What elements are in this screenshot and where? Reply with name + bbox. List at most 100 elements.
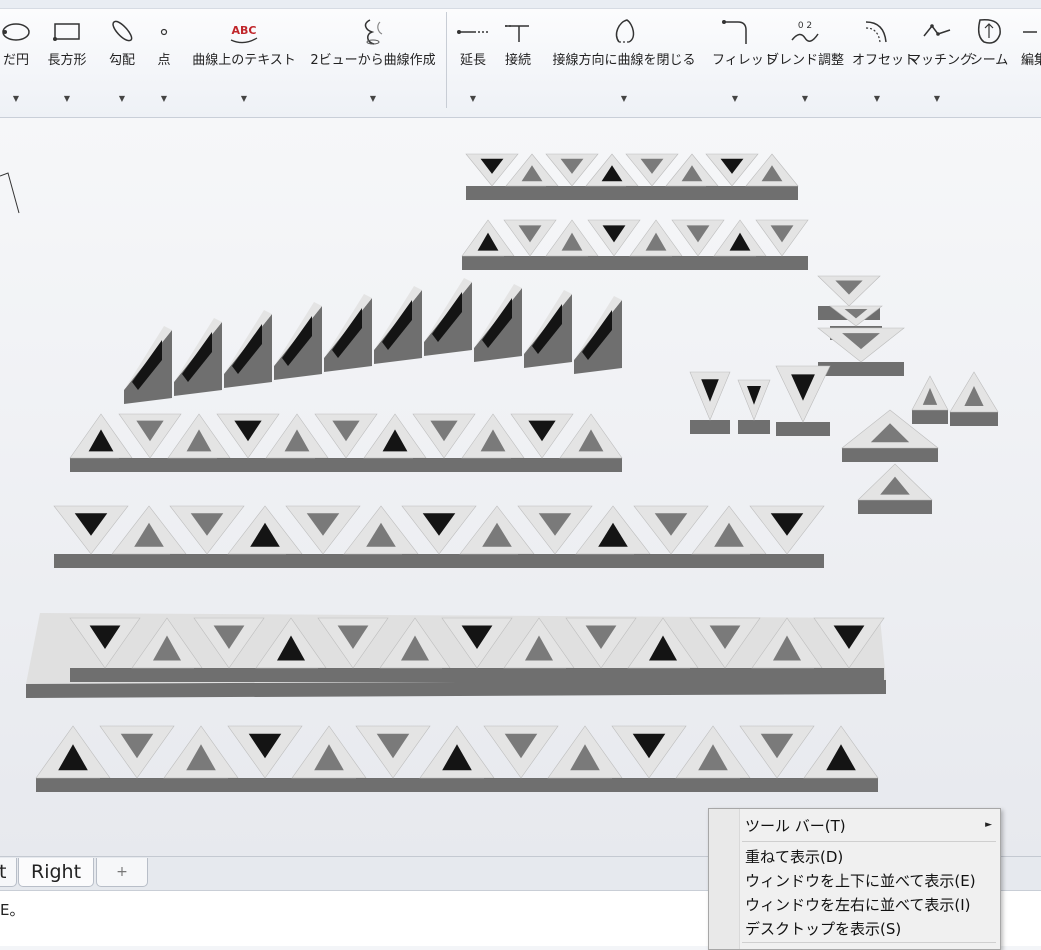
rectangle-tool-button[interactable]: 長方形 ▼ <box>44 14 90 110</box>
right-viewport[interactable] <box>0 118 1041 856</box>
block-side-face <box>842 448 938 462</box>
ellipse-tool-label: だ円 <box>2 53 29 68</box>
block-side-face <box>776 422 830 436</box>
ribbon-toolbar: だ円 ▼ 長方形 ▼ 勾配 ▼ 点 ▼ ABC 曲線上のテキスト ▼ 2ビューか… <box>0 0 1041 118</box>
block-side-face <box>912 410 948 424</box>
block-side-face <box>566 668 636 682</box>
triangle-block <box>483 725 559 792</box>
menu-separator <box>742 942 996 943</box>
adjust-blend-dropdown-arrow[interactable]: ▼ <box>764 94 846 103</box>
offset-icon <box>865 21 887 43</box>
block-side-face <box>132 668 202 682</box>
text-on-curve-tool-button[interactable]: ABC 曲線上のテキスト ▼ <box>188 14 300 110</box>
fillet-tool-button[interactable]: フィレット ▼ <box>712 14 777 110</box>
offset-tool-button[interactable]: オフセット ▼ <box>852 14 918 110</box>
fillet-tool-label: フィレット <box>712 53 777 68</box>
extend-icon <box>457 30 488 34</box>
seam-tool-button[interactable]: シーム <box>968 14 1010 110</box>
connect-tool-label: 接続 <box>504 53 531 68</box>
extend-dropdown-arrow[interactable]: ▼ <box>454 94 492 103</box>
block-side-face <box>740 778 814 792</box>
matching-tool-button[interactable]: マッチング ▼ <box>908 14 974 110</box>
connect-tool-button[interactable]: 接続 <box>500 14 536 110</box>
viewport-curve[interactable] <box>0 172 20 214</box>
rectangle-dropdown-arrow[interactable]: ▼ <box>44 94 90 103</box>
block-side-face <box>746 186 798 200</box>
triangle-block <box>689 371 731 434</box>
point-dropdown-arrow[interactable]: ▼ <box>150 94 178 103</box>
triangle-block <box>749 505 825 568</box>
fillet-dropdown-arrow[interactable]: ▼ <box>712 94 758 103</box>
triangle-block <box>291 725 367 792</box>
offset-tool-label: オフセット <box>852 53 918 68</box>
slanted-triangle-block <box>124 326 172 404</box>
extend-tool-button[interactable]: 延長 ▼ <box>454 14 492 110</box>
menu-item-tile-horizontal[interactable]: ウィンドウを上下に並べて表示(E) <box>745 870 976 891</box>
close-tangent-tool-button[interactable]: 接線方向に曲線を閉じる ▼ <box>544 14 704 110</box>
triangle-models-group[interactable] <box>26 153 999 792</box>
triangle-block <box>227 725 303 792</box>
context-menu-gutter <box>709 809 740 949</box>
close-tangent-dropdown-arrow[interactable]: ▼ <box>544 94 704 103</box>
text-on-curve-tool-label: 曲線上のテキスト <box>192 53 296 68</box>
slanted-triangle-block <box>474 284 522 362</box>
curve-from-2-views-dropdown-arrow[interactable]: ▼ <box>308 94 438 103</box>
ellipse-dropdown-arrow[interactable]: ▼ <box>0 94 36 103</box>
text-on-curve-dropdown-arrow[interactable]: ▼ <box>188 94 300 103</box>
block-side-face <box>256 668 326 682</box>
block-side-face <box>676 778 750 792</box>
block-side-face <box>380 668 450 682</box>
point-tool-button[interactable]: 点 ▼ <box>150 14 178 110</box>
block-side-face <box>504 668 574 682</box>
menu-item-tile-vertical[interactable]: ウィンドウを左右に並べて表示(I) <box>745 894 971 915</box>
block-side-face <box>756 256 808 270</box>
offset-dropdown-arrow[interactable]: ▼ <box>852 94 902 103</box>
ellipse-icon <box>2 23 30 41</box>
menu-item-show-desktop[interactable]: デスクトップを表示(S) <box>745 918 901 939</box>
viewport-canvas[interactable] <box>0 118 1041 856</box>
command-history-text: E。 <box>0 901 25 919</box>
point-icon <box>160 28 168 36</box>
curve-from-2-views-tool-button[interactable]: 2ビューから曲線作成 ▼ <box>308 14 438 110</box>
block-side-face <box>690 668 760 682</box>
menu-item-cascade[interactable]: 重ねて表示(D) <box>745 846 843 867</box>
text-on-curve-icon: ABC <box>230 24 258 44</box>
slanted-triangle-block <box>424 278 472 356</box>
block-side-face <box>750 554 824 568</box>
menu-item-toolbar[interactable]: ツール バー(T) <box>745 815 846 836</box>
triangle-block <box>949 371 999 426</box>
connect-icon <box>505 25 529 42</box>
add-tab-button[interactable]: + <box>96 858 148 887</box>
triangle-block <box>817 327 905 376</box>
tab-right[interactable]: Right <box>18 858 95 887</box>
block-side-face <box>36 778 110 792</box>
slanted-triangle-block <box>374 286 422 364</box>
close-tangent-tool-label: 接線方向に曲線を閉じる <box>552 53 696 68</box>
matching-dropdown-arrow[interactable]: ▼ <box>908 94 966 103</box>
adjust-blend-tool-button[interactable]: 0 2 ブレンド調整 ▼ <box>764 14 846 110</box>
tab-partial[interactable]: t <box>0 858 18 887</box>
fillet-icon <box>722 20 747 44</box>
block-side-face <box>738 420 770 434</box>
edit-tool-button[interactable]: 編集 <box>1014 14 1041 110</box>
curve-from-2-views-tool-label: 2ビューから曲線作成 <box>310 53 436 68</box>
triangle-block <box>803 725 879 792</box>
gradient-dropdown-arrow[interactable]: ▼ <box>102 94 142 103</box>
extend-tool-label: 延長 <box>459 53 486 68</box>
triangle-block <box>35 725 111 792</box>
gradient-tool-button[interactable]: 勾配 ▼ <box>102 14 142 110</box>
context-menu: ツール バー(T) ► 重ねて表示(D) ウィンドウを上下に並べて表示(E) ウ… <box>708 808 1001 950</box>
slanted-triangle-block <box>274 302 322 380</box>
submenu-arrow-icon: ► <box>985 820 992 830</box>
ellipse-tool-button[interactable]: だ円 ▼ <box>0 14 36 110</box>
matching-tool-label: マッチング <box>908 53 974 68</box>
triangle-block <box>559 413 623 472</box>
seam-tool-label: シーム <box>969 53 1009 68</box>
triangle-block <box>163 725 239 792</box>
triangle-block <box>611 725 687 792</box>
block-side-face <box>548 778 622 792</box>
block-side-face <box>814 668 884 682</box>
adjust-blend-icon: 0 2 <box>791 21 819 42</box>
slanted-triangle-block <box>324 294 372 372</box>
block-side-face <box>560 458 622 472</box>
